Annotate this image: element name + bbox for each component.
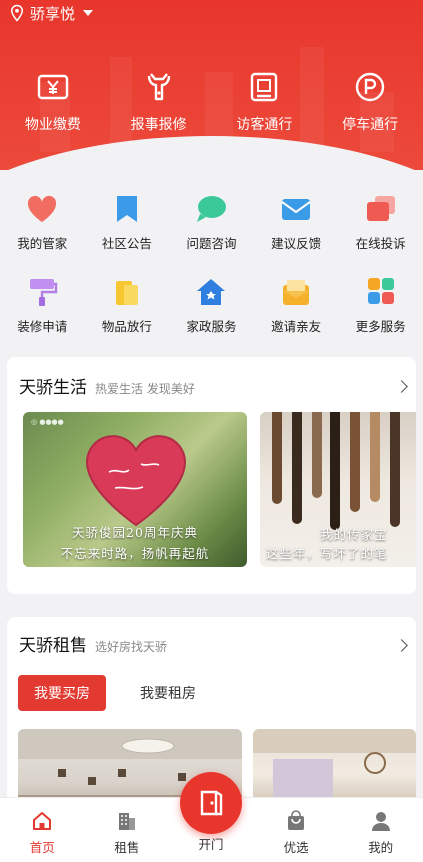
service-invite[interactable]: 邀请亲友 xyxy=(254,277,339,360)
life-article-image[interactable]: ◎ ●●●● 天骄俊园20周年庆典 不忘来时路，扬帆再起航 xyxy=(23,412,247,567)
service-more[interactable]: 更多服务 xyxy=(338,277,423,360)
house-icon xyxy=(197,279,226,305)
shopping-bag-icon xyxy=(288,810,305,830)
chevron-right-icon[interactable] xyxy=(395,639,408,652)
nav-label: 租售 xyxy=(114,840,140,855)
service-complaint[interactable]: 在线投诉 xyxy=(338,194,423,277)
grid-icon xyxy=(367,278,394,304)
service-item-release[interactable]: 物品放行 xyxy=(85,277,170,360)
bookmark-icon xyxy=(116,196,137,222)
service-label: 社区公告 xyxy=(101,236,152,251)
image-caption: 我的传家宝 xyxy=(320,527,388,542)
heart-tag-image xyxy=(85,435,187,527)
life-section-header[interactable]: 天骄生活 热爱生活 发现美好 xyxy=(19,373,195,398)
visitor-id-icon xyxy=(251,72,278,102)
heart-icon xyxy=(28,195,57,222)
location-selector[interactable]: 骄享悦 xyxy=(8,2,94,24)
nav-label: 我的 xyxy=(368,840,394,855)
top-nav-label: 访客通行 xyxy=(236,117,293,133)
location-pin-icon xyxy=(10,4,24,22)
door-icon xyxy=(200,790,223,816)
service-consultation[interactable]: 问题咨询 xyxy=(169,194,254,277)
location-name: 骄享悦 xyxy=(30,4,76,23)
rent-section-header[interactable]: 天骄租售 选好房找天骄 xyxy=(19,631,167,656)
parking-icon xyxy=(355,72,385,102)
mail-icon xyxy=(281,199,311,220)
service-label: 更多服务 xyxy=(355,319,406,334)
brand-logo-icon: ◎ ●●●● xyxy=(31,418,64,426)
top-nav-visitor-pass[interactable]: 访客通行 xyxy=(212,70,318,134)
top-nav-property-fee[interactable]: 物业缴费 xyxy=(0,70,106,134)
wallet-yen-icon xyxy=(37,74,69,100)
open-door-button[interactable] xyxy=(180,772,242,834)
nav-preferred[interactable]: 优选 xyxy=(254,798,339,862)
service-label: 家政服务 xyxy=(186,319,237,334)
building-icon xyxy=(118,813,135,830)
wrench-icon xyxy=(147,73,170,101)
section-subtitle: 热爱生活 发现美好 xyxy=(95,382,195,396)
nav-label: 优选 xyxy=(283,840,309,855)
header-banner: 骄享悦 物业缴费 报事报修 访客通行 停车通行 xyxy=(0,0,423,170)
cards-icon xyxy=(366,196,395,221)
service-label: 装修申请 xyxy=(17,319,68,334)
service-housekeeping[interactable]: 家政服务 xyxy=(169,277,254,360)
service-label: 在线投诉 xyxy=(355,236,406,251)
service-renovation[interactable]: 装修申请 xyxy=(0,277,85,360)
chevron-right-icon[interactable] xyxy=(395,380,408,393)
life-article-image[interactable]: 我的传家宝 这些年，写坏了的笔 xyxy=(260,412,416,567)
user-icon xyxy=(371,812,390,831)
service-label: 物品放行 xyxy=(101,319,152,334)
top-nav-parking[interactable]: 停车通行 xyxy=(317,70,423,134)
nav-home[interactable]: 首页 xyxy=(0,798,85,862)
service-label: 建议反馈 xyxy=(271,236,322,251)
section-subtitle: 选好房找天骄 xyxy=(95,640,168,654)
tab-rent-house[interactable]: 我要租房 xyxy=(128,675,208,711)
top-nav: 物业缴费 报事报修 访客通行 停车通行 xyxy=(0,70,423,134)
nav-label: 首页 xyxy=(29,840,55,855)
top-nav-label: 停车通行 xyxy=(342,117,399,133)
section-title: 天骄生活 xyxy=(19,378,87,398)
top-nav-label: 物业缴费 xyxy=(24,117,81,133)
home-icon xyxy=(33,812,52,830)
image-caption: 天骄俊园20周年庆典 xyxy=(72,525,198,540)
paint-roller-icon xyxy=(30,279,58,306)
nav-rent-sale[interactable]: 租售 xyxy=(85,798,170,862)
section-title: 天骄租售 xyxy=(19,636,87,656)
top-nav-label: 报事报修 xyxy=(130,117,187,133)
envelope-open-icon xyxy=(283,280,310,305)
open-door-label: 开门 xyxy=(198,837,224,852)
service-feedback[interactable]: 建议反馈 xyxy=(254,194,339,277)
chat-bubble-icon xyxy=(197,196,227,222)
image-caption: 不忘来时路，扬帆再起航 xyxy=(60,546,210,561)
nav-mine[interactable]: 我的 xyxy=(338,798,423,862)
service-label: 邀请亲友 xyxy=(271,319,322,334)
service-announcements[interactable]: 社区公告 xyxy=(85,194,170,277)
chevron-down-icon xyxy=(83,10,94,16)
tab-buy-house[interactable]: 我要买房 xyxy=(18,675,106,711)
service-my-butler[interactable]: 我的管家 xyxy=(0,194,85,277)
service-grid: 我的管家 社区公告 问题咨询 建议反馈 在线投诉 装修申请 物品放行 家政服务 … xyxy=(0,194,423,360)
package-icon xyxy=(115,281,138,305)
image-caption: 这些年，写坏了的笔 xyxy=(266,546,388,561)
service-label: 问题咨询 xyxy=(186,236,237,251)
top-nav-repair[interactable]: 报事报修 xyxy=(106,70,212,134)
service-label: 我的管家 xyxy=(17,236,68,251)
life-section-card: 天骄生活 热爱生活 发现美好 ◎ ●●●● 天骄俊园20周年庆典 不忘来时路，扬帆… xyxy=(7,357,416,594)
